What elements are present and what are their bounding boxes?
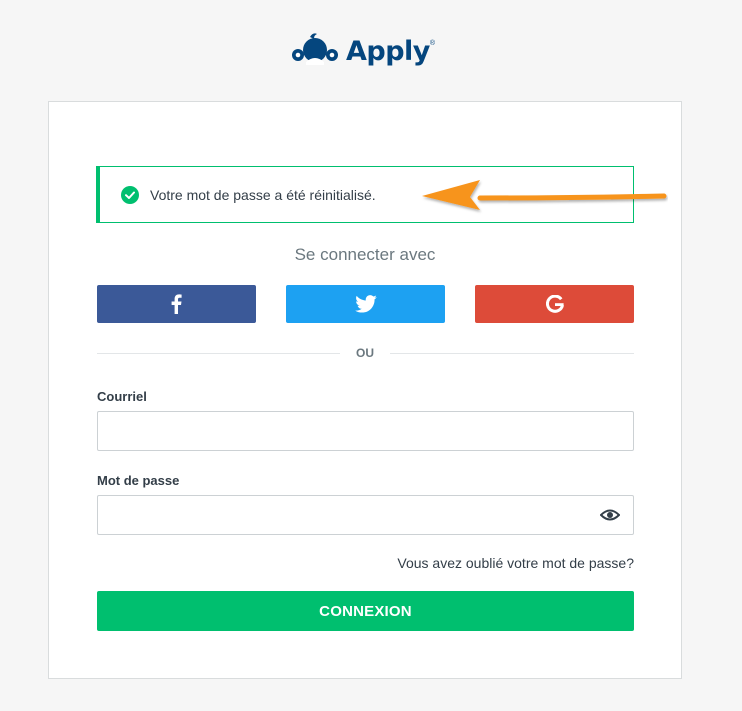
google-icon xyxy=(545,295,564,313)
facebook-login-button[interactable] xyxy=(97,285,256,323)
check-circle-icon xyxy=(121,185,139,204)
password-field[interactable] xyxy=(97,495,634,535)
brand-logo[interactable]: Apply ® xyxy=(290,28,435,74)
login-button[interactable]: CONNEXION xyxy=(97,591,634,631)
twitter-icon xyxy=(354,295,377,313)
twitter-login-button[interactable] xyxy=(286,285,445,323)
brand-name: Apply xyxy=(346,35,430,67)
email-label: Courriel xyxy=(97,389,147,404)
divider-line-right xyxy=(390,353,634,354)
show-password-eye-icon[interactable] xyxy=(600,507,620,523)
monkey-logo-icon xyxy=(292,33,338,65)
social-login-heading: Se connecter avec xyxy=(294,245,436,264)
alert-message: Votre mot de passe a été réinitialisé. xyxy=(150,186,376,203)
facebook-icon xyxy=(171,294,182,314)
forgot-password-link[interactable]: Vous avez oublié votre mot de passe? xyxy=(397,555,634,571)
divider-or: OU xyxy=(356,346,374,360)
orange-arrow-icon xyxy=(422,180,667,210)
email-field[interactable] xyxy=(97,411,634,451)
divider-line-left xyxy=(97,353,340,354)
registered-mark: ® xyxy=(429,40,436,47)
google-login-button[interactable] xyxy=(475,285,634,323)
password-label: Mot de passe xyxy=(97,473,180,488)
